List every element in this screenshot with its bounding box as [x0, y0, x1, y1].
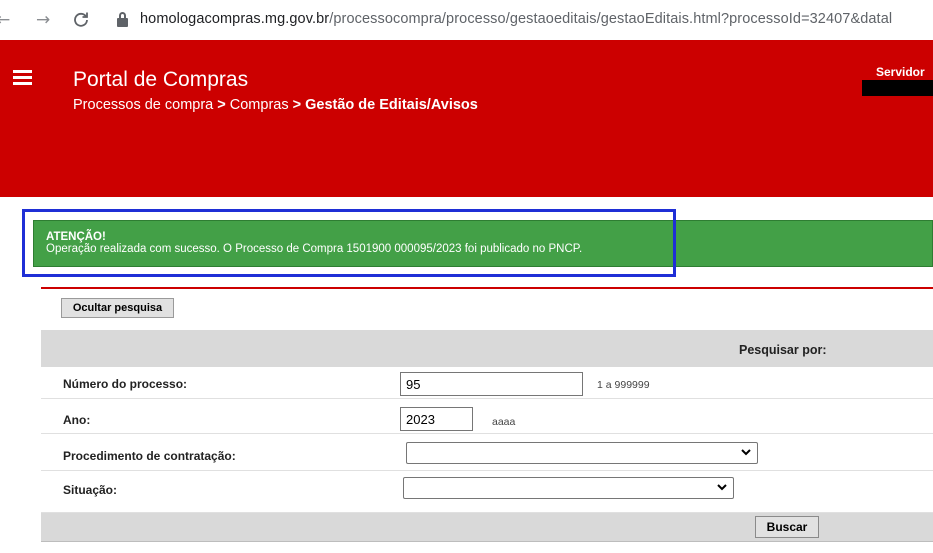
portal-title: Portal de Compras — [73, 68, 249, 91]
highlight-box — [22, 209, 676, 277]
back-arrow-icon[interactable]: ← — [0, 10, 10, 30]
address-bar[interactable]: homologacompras.mg.gov.br/processocompra… — [140, 11, 892, 27]
panel-bottom-border — [41, 541, 933, 542]
search-footer-row: Buscar — [41, 513, 933, 541]
search-header-row: Pesquisar por: — [41, 330, 933, 367]
chevron-down-icon — [717, 484, 727, 491]
ano-label: Ano: — [63, 413, 91, 427]
user-role-label: Servidor — [876, 65, 925, 79]
breadcrumb-separator: > — [213, 97, 230, 113]
redacted-user-name — [862, 80, 933, 96]
row-numero-processo: Número do processo: 1 a 999999 — [41, 367, 933, 399]
procedimento-label: Procedimento de contratação: — [63, 449, 236, 463]
chevron-down-icon — [741, 449, 751, 456]
ano-input[interactable] — [400, 407, 473, 431]
search-button[interactable]: Buscar — [755, 516, 819, 538]
forward-arrow-icon[interactable]: → — [36, 10, 50, 30]
row-ano: Ano: aaaa — [41, 399, 933, 434]
numero-processo-hint: 1 a 999999 — [597, 379, 650, 391]
url-path: /processocompra/processo/gestaoeditais/g… — [329, 11, 893, 27]
breadcrumb-compras[interactable]: Compras — [230, 97, 289, 113]
numero-processo-label: Número do processo: — [63, 377, 188, 391]
row-procedimento: Procedimento de contratação: — [41, 434, 933, 471]
lock-icon[interactable] — [117, 12, 128, 27]
url-host: homologacompras.mg.gov.br — [140, 11, 330, 27]
breadcrumb-current: Gestão de Editais/Avisos — [305, 97, 478, 113]
browser-toolbar: ← → homologacompras.mg.gov.br/processoco… — [0, 0, 933, 40]
panel-top-border — [41, 287, 933, 289]
ano-hint: aaaa — [492, 416, 516, 428]
situacao-select[interactable] — [403, 477, 734, 499]
breadcrumb: Processos de compra > Compras > Gestão d… — [73, 97, 478, 113]
numero-processo-input[interactable] — [400, 372, 583, 396]
menu-icon[interactable] — [13, 70, 32, 85]
situacao-label: Situação: — [63, 483, 118, 497]
search-header-label: Pesquisar por: — [739, 343, 827, 357]
procedimento-select[interactable] — [406, 442, 758, 464]
page-header: Portal de Compras Processos de compra > … — [0, 40, 933, 197]
row-situacao: Situação: — [41, 471, 933, 513]
breadcrumb-separator: > — [288, 97, 306, 113]
breadcrumb-processos[interactable]: Processos de compra — [73, 97, 213, 113]
hide-search-button[interactable]: Ocultar pesquisa — [61, 298, 174, 318]
